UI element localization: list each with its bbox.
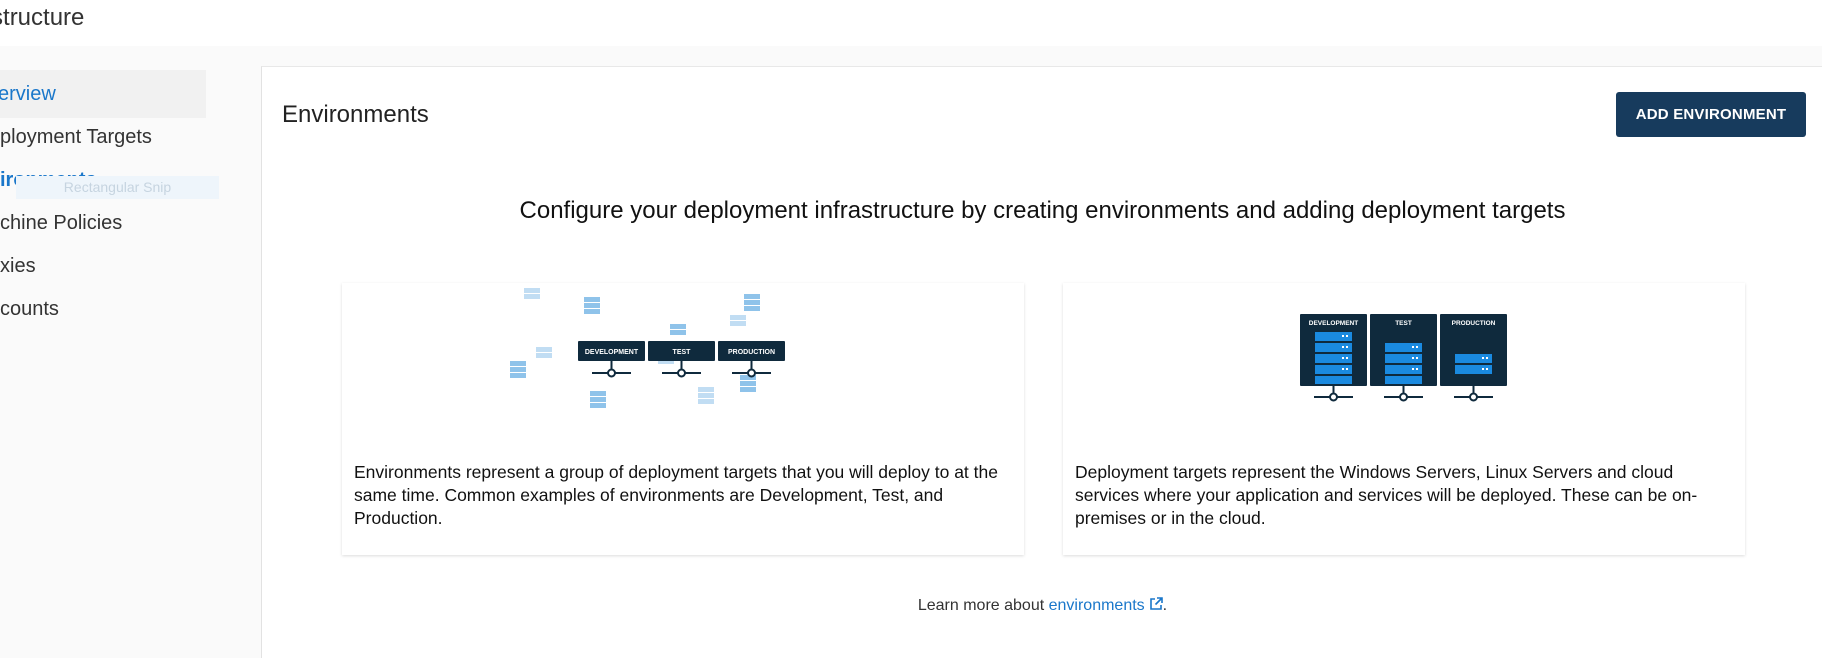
deployment-targets-description: Deployment targets represent the Windows… [1075,462,1698,528]
environments-illustration: DEVELOPMENT TEST PRODUCTION [510,288,785,408]
sidebar-item-label: counts [0,298,59,320]
sidebar-item-label: erview [0,83,56,105]
learn-more-prefix: Learn more about [917,597,1045,614]
environments-docs-link[interactable]: environments [1049,597,1163,614]
sidebar-item-deployment-targets[interactable]: ployment Targets [0,113,240,161]
sidebar: erview ployment Targets ironments chine … [0,70,240,370]
sidebar-item-proxies[interactable]: xies [0,242,240,290]
environments-info-card: DEVELOPMENT TEST PRODUCTION Environments… [342,283,1024,555]
main-panel: Environments ADD ENVIRONMENT Configure y… [261,66,1822,658]
environments-description: Environments represent a group of deploy… [354,462,998,528]
server-rack-monitors: DEVELOPMENT TEST PRODUCTION [1300,314,1507,402]
target-label-test: TEST [1395,320,1412,327]
sidebar-item-accounts[interactable]: counts [0,285,240,333]
env-label-production: PRODUCTION [728,349,775,356]
sidebar-item-label: chine Policies [0,212,123,234]
sidebar-item-label: ployment Targets [0,126,152,148]
target-label-development: DEVELOPMENT [1309,320,1359,327]
external-link-icon [1149,597,1163,610]
deployment-targets-info-card: DEVELOPMENT TEST PRODUCTION Deployment t… [1063,283,1745,555]
onboarding-headline: Configure your deployment infrastructure… [519,197,1566,224]
deployment-targets-illustration: DEVELOPMENT TEST PRODUCTION [1300,314,1507,402]
page-title: Environments [282,101,429,128]
sidebar-item-machine-policies[interactable]: chine Policies [0,199,240,247]
environments-link-text: environments [1048,597,1145,614]
page-heading: Infrastructure [0,4,85,31]
sidebar-item-overview[interactable]: erview [0,70,206,118]
environment-monitors: DEVELOPMENT TEST PRODUCTION [578,341,785,378]
rectangular-snip-overlay: Rectangular Snip [16,176,219,199]
add-environment-button[interactable]: ADD ENVIRONMENT [1616,92,1806,137]
learn-more-suffix: . [1162,597,1168,614]
sidebar-item-label: xies [0,255,36,277]
top-bar: Infrastructure [0,0,1822,46]
env-label-development: DEVELOPMENT [585,349,639,356]
target-label-production: PRODUCTION [1452,320,1496,327]
learn-more-line: Learn more about environments. [262,597,1822,615]
env-label-test: TEST [673,349,692,356]
